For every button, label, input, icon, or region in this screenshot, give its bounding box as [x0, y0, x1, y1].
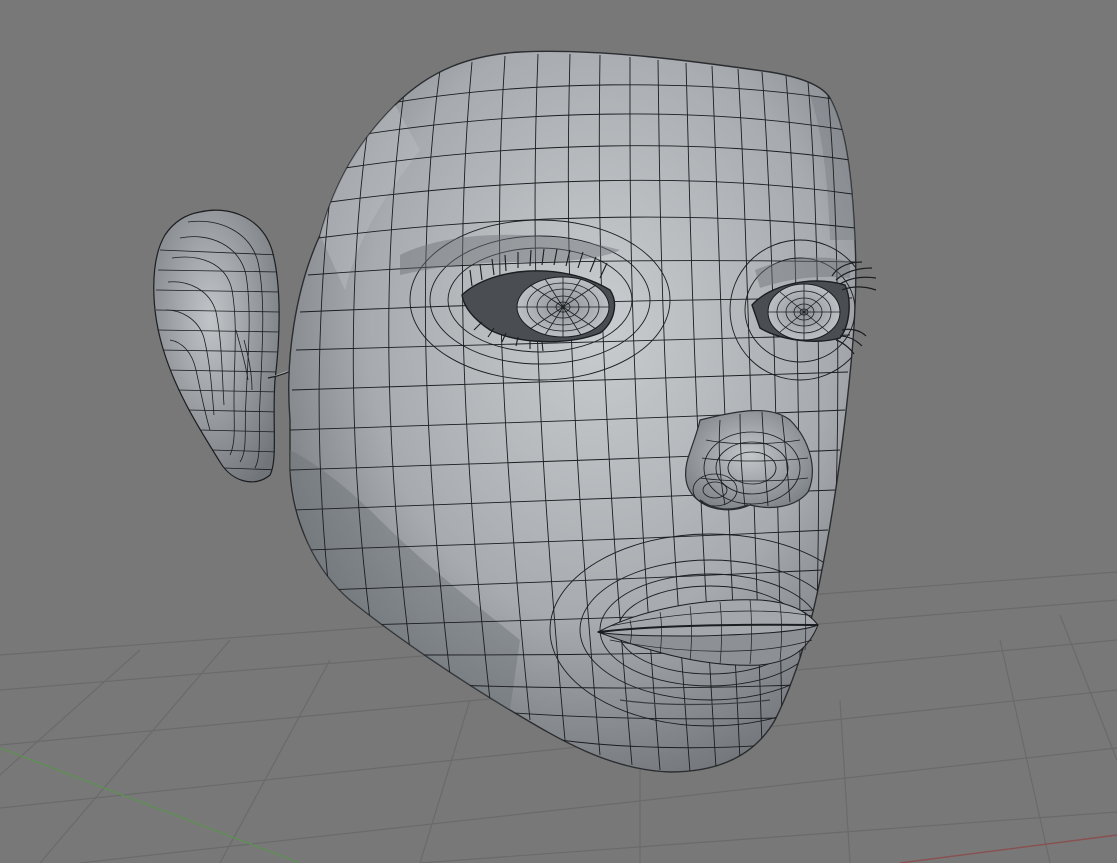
- head-mesh[interactable]: [288, 50, 870, 773]
- nose-mesh[interactable]: [685, 410, 813, 511]
- ear-mesh[interactable]: [153, 209, 301, 483]
- y-axis-line: [0, 747, 301, 863]
- x-axis-line: [899, 834, 1117, 863]
- viewport-canvas[interactable]: [0, 0, 1117, 863]
- 3d-viewport[interactable]: [0, 0, 1117, 863]
